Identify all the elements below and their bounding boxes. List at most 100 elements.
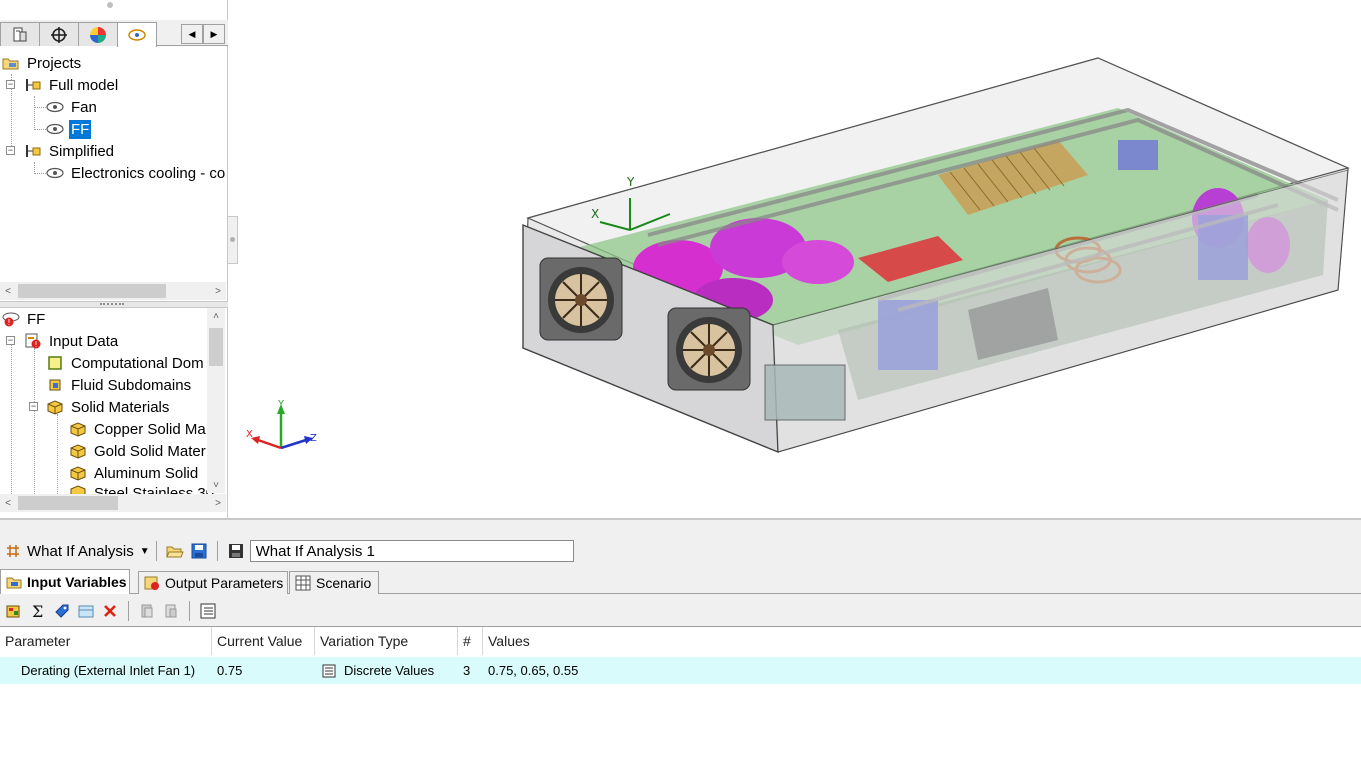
tab-scroll-right-button[interactable]: ▶ (203, 24, 225, 44)
discrete-values-icon (320, 663, 338, 679)
tree-item-fluid-subdomains[interactable]: Fluid Subdomains (46, 374, 193, 396)
grid-study-icon (4, 543, 22, 559)
input-data-icon: ! (24, 333, 42, 349)
add-goal-button[interactable]: Σ (26, 600, 50, 622)
scroll-right-icon[interactable]: > (210, 494, 226, 512)
project-root-icon: ! (2, 311, 20, 327)
arrow-right-icon: ▶ (210, 28, 218, 39)
output-parameters-icon (143, 575, 161, 591)
triad-z-label: Z (310, 433, 317, 444)
tree-connector (34, 107, 46, 108)
tab-scroll-left-button[interactable]: ◀ (181, 24, 203, 44)
edit-table-button[interactable] (74, 600, 98, 622)
add-variable-button[interactable] (2, 600, 26, 622)
save-as-button[interactable] (224, 540, 248, 562)
add-tag-button[interactable] (50, 600, 74, 622)
scroll-up-icon[interactable]: ˄ (207, 308, 225, 324)
tab-feature-tree[interactable] (0, 22, 40, 46)
tree-item-steel-solid[interactable]: Steel Stainless 30 (69, 484, 216, 494)
tree-item-ff[interactable]: FF (46, 118, 92, 140)
tree-expander[interactable]: − (6, 146, 15, 155)
solid-material-icon (69, 421, 87, 437)
project-tree-hscrollbar[interactable]: < > (0, 282, 226, 300)
cell-variation-type[interactable]: Discrete Values (315, 657, 458, 684)
list-view-icon (200, 603, 216, 619)
analysis-type-dropdown[interactable]: What If Analysis ▼ (4, 543, 150, 560)
cell-current-value[interactable]: 0.75 (212, 657, 315, 684)
tree-connector (57, 414, 58, 498)
graphics-viewport[interactable]: Y X Y X Z (238, 0, 1361, 518)
column-header-parameter[interactable]: Parameter (0, 627, 212, 655)
tree-expander[interactable]: − (29, 402, 38, 411)
open-study-button[interactable] (163, 540, 187, 562)
column-header-values[interactable]: Values (483, 627, 1361, 655)
configuration-icon (24, 143, 42, 159)
tree-item-full-model[interactable]: Full model (24, 74, 120, 96)
solid-material-icon (69, 484, 87, 494)
cell-values[interactable]: 0.75, 0.65, 0.55 (483, 657, 783, 684)
scroll-left-icon[interactable]: < (0, 494, 16, 512)
tab-input-variables[interactable]: Input Variables (0, 569, 130, 594)
scroll-right-icon[interactable]: > (210, 282, 226, 300)
solid-material-icon (69, 465, 87, 481)
scrollbar-thumb[interactable] (18, 496, 118, 510)
scroll-down-icon[interactable]: ˅ (207, 477, 225, 493)
paste-button[interactable] (159, 600, 183, 622)
tree-item-ff-root[interactable]: ! FF (2, 308, 47, 330)
analysis-tree-vscrollbar[interactable]: ˄ ˅ (207, 308, 225, 493)
analysis-name-input[interactable] (249, 540, 574, 562)
flow-project-icon (46, 165, 64, 181)
tree-connector (34, 96, 35, 130)
column-header-variation-type[interactable]: Variation Type (315, 627, 458, 655)
copy-button[interactable] (135, 600, 159, 622)
cell-count[interactable]: 3 (458, 657, 483, 684)
electronics-enclosure-model[interactable]: Y X Y X Z (238, 0, 1361, 518)
column-header-count[interactable]: # (458, 627, 483, 655)
tree-item-gold-solid[interactable]: Gold Solid Mater (69, 440, 208, 462)
variables-toolbar: Σ (0, 598, 220, 624)
tree-item-copper-solid[interactable]: Copper Solid Ma (69, 418, 208, 440)
tree-item-fan[interactable]: Fan (46, 96, 99, 118)
save-icon (191, 543, 207, 559)
scrollbar-thumb[interactable] (18, 284, 166, 298)
save-study-button[interactable] (187, 540, 211, 562)
column-header-current-value[interactable]: Current Value (212, 627, 315, 655)
tab-output-parameters[interactable]: Output Parameters (138, 571, 288, 594)
tree-item-simplified[interactable]: Simplified (24, 140, 116, 162)
tree-item-aluminum-solid[interactable]: Aluminum Solid (69, 462, 200, 484)
fluid-subdomain-icon (46, 377, 64, 393)
tree-expander[interactable]: − (6, 336, 15, 345)
list-view-button[interactable] (196, 600, 220, 622)
delete-variable-button[interactable] (98, 600, 122, 622)
triad-x-label: X (246, 429, 253, 440)
panel-collapse-handle[interactable] (228, 216, 238, 264)
tree-item-input-data[interactable]: ! Input Data (24, 330, 120, 352)
analysis-tree-hscrollbar[interactable]: < > (0, 494, 226, 512)
tab-scenario[interactable]: Scenario (289, 571, 379, 594)
tree-item-solid-materials[interactable]: Solid Materials (46, 396, 171, 418)
cell-parameter[interactable]: Derating (External Inlet Fan 1) (16, 657, 212, 684)
sigma-icon: Σ (32, 603, 43, 619)
tab-property-manager[interactable] (39, 22, 79, 46)
tree-connector (34, 348, 35, 498)
panel-splitter[interactable] (0, 301, 228, 308)
copy-disabled-icon (141, 604, 153, 618)
feature-tree-icon (13, 27, 27, 41)
tree-item-electronics-cooling[interactable]: Electronics cooling - co (46, 162, 226, 184)
tree-item-projects[interactable]: Projects (2, 52, 83, 74)
tab-flow-simulation[interactable] (117, 22, 157, 47)
table-row[interactable]: Derating (External Inlet Fan 1) 0.75 Dis… (0, 657, 1361, 684)
triad-y-label: Y (277, 399, 285, 410)
scroll-left-icon[interactable]: < (0, 282, 16, 300)
fan-2 (667, 307, 751, 391)
tab-appearance[interactable] (78, 22, 118, 46)
tree-item-computational-domain[interactable]: Computational Dom (46, 352, 206, 374)
model-axis-x-label: X (591, 207, 599, 221)
reference-triad: Y X Z (246, 399, 317, 450)
scrollbar-thumb[interactable] (209, 328, 223, 366)
tab-output-parameters-label: Output Parameters (165, 575, 284, 591)
panel-grip[interactable] (107, 2, 113, 8)
chevron-down-icon: ▼ (139, 545, 150, 557)
tree-expander[interactable]: − (6, 80, 15, 89)
tab-input-variables-label: Input Variables (27, 574, 127, 590)
